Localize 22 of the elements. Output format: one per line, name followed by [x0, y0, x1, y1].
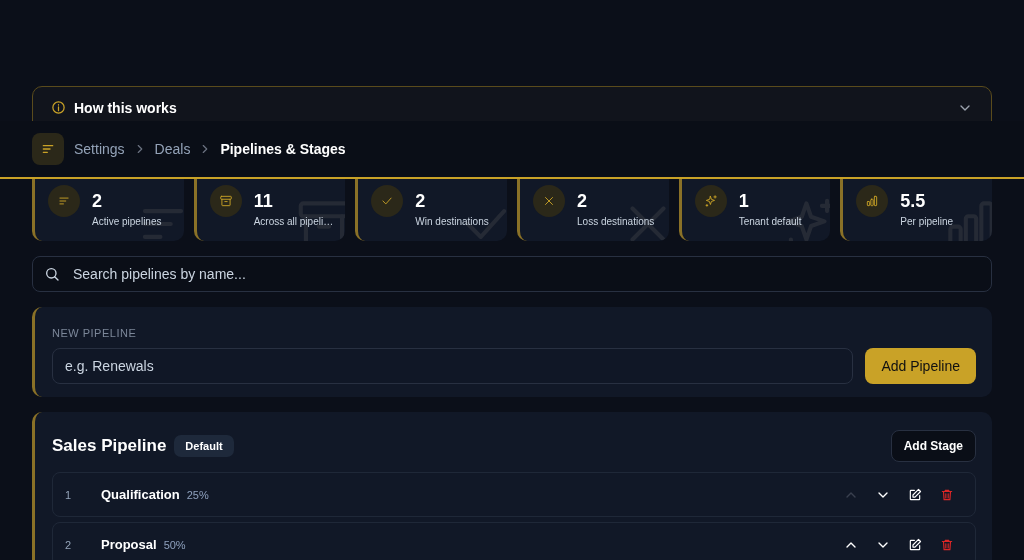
- stat-value: 5.5: [900, 191, 927, 211]
- stat-label: Across all pipeli…: [253, 216, 334, 227]
- stat-label: Tenant default: [738, 216, 802, 227]
- stat-label: Active pipelines: [92, 216, 162, 227]
- default-badge: Default: [174, 435, 234, 457]
- stage-name: Proposal: [101, 537, 157, 552]
- stat-value: 11: [253, 191, 274, 211]
- stage-name: Qualification: [101, 487, 180, 502]
- stat-value: 2: [577, 191, 589, 211]
- stat-label: Win destinations: [415, 216, 489, 227]
- stage-number: 1: [65, 488, 73, 501]
- stat-label: Loss destinations: [577, 216, 655, 227]
- stage-number: 2: [65, 538, 73, 551]
- stage-probability: 25%: [186, 488, 210, 501]
- field-label: NEW PIPELINE: [52, 327, 137, 339]
- help-title: How this works: [74, 100, 178, 117]
- stat-value: 1: [738, 191, 750, 211]
- stage-probability: 50%: [163, 538, 187, 551]
- stat-value: 2: [415, 191, 427, 211]
- pipeline-title: Sales Pipeline: [52, 436, 167, 456]
- stat-label: Per pipeline: [900, 216, 954, 227]
- stat-value: 2: [92, 191, 103, 211]
